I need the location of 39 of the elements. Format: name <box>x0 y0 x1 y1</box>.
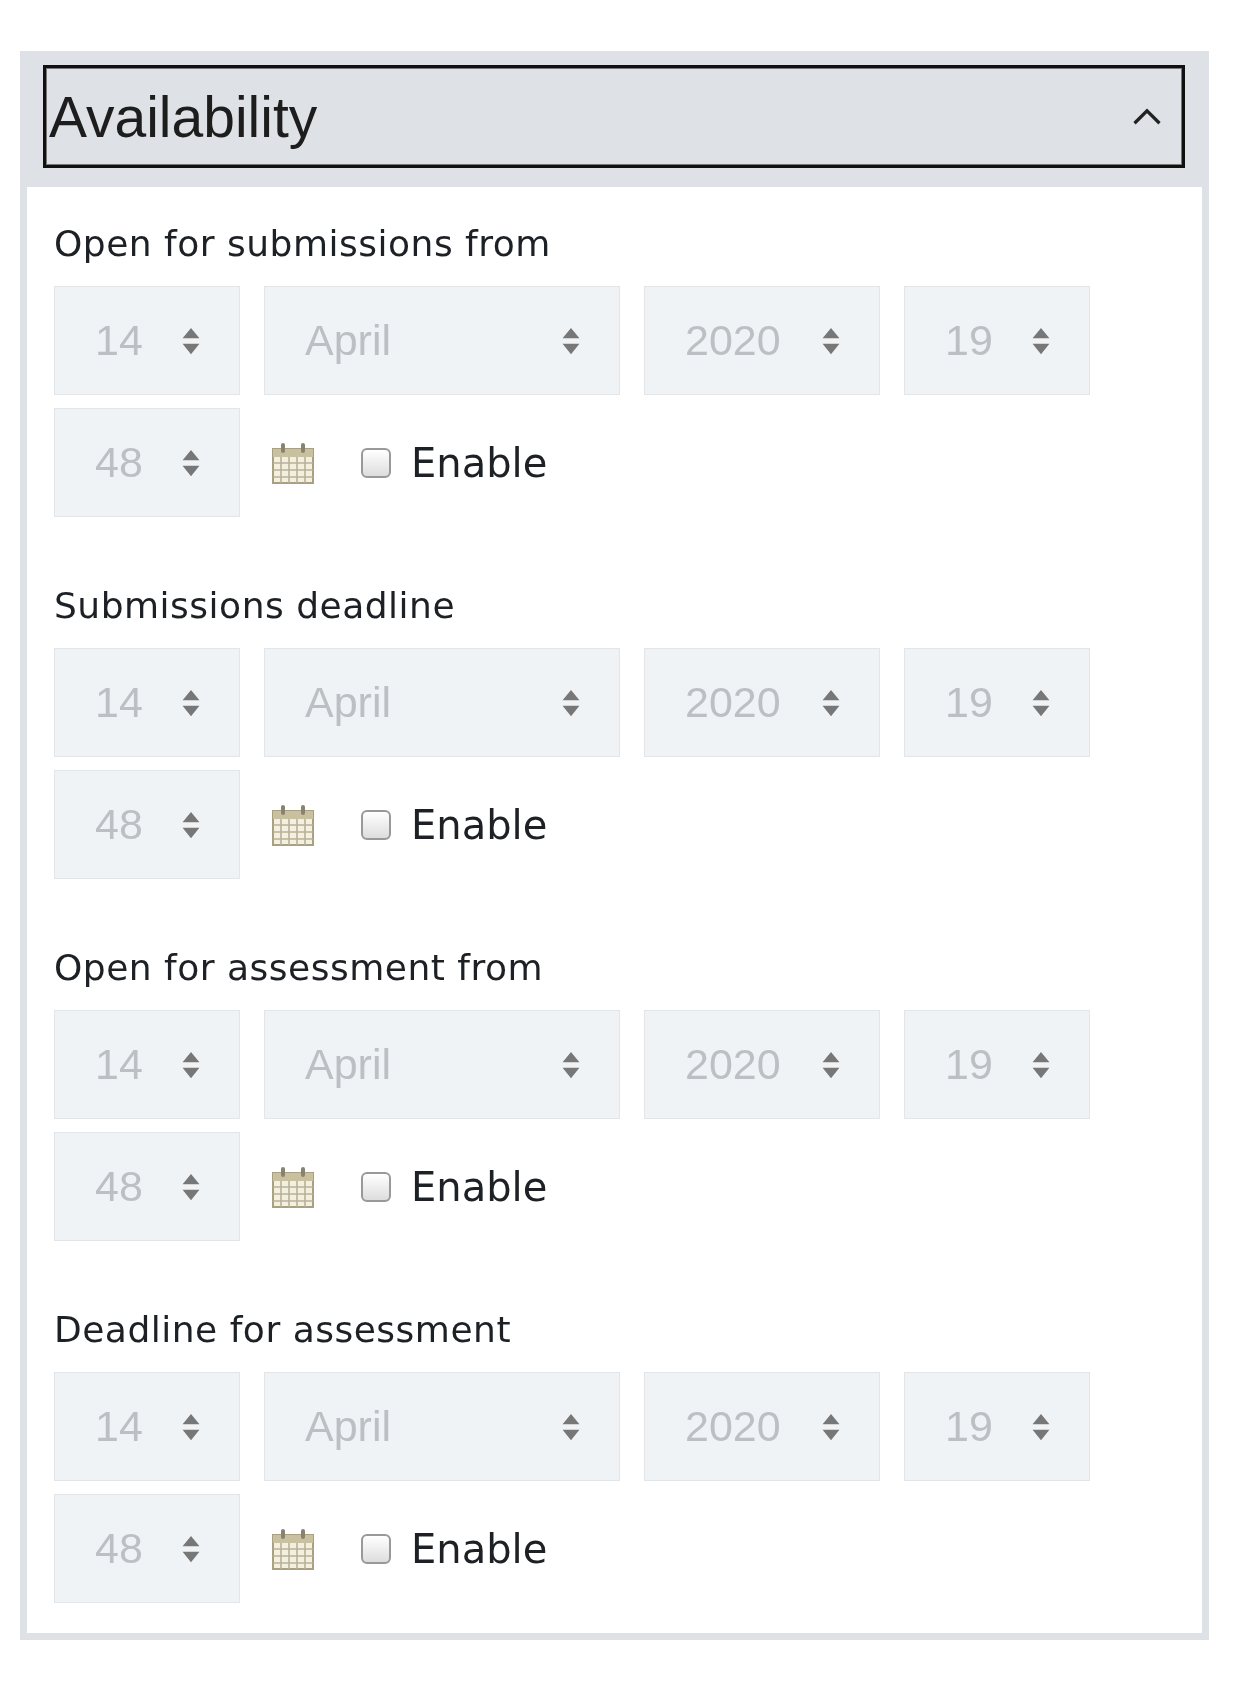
sort-arrows-icon <box>181 1411 201 1442</box>
calendar-icon[interactable] <box>271 1164 315 1209</box>
sort-arrows-icon <box>181 325 201 356</box>
sort-arrows-icon <box>561 325 581 356</box>
section-header[interactable]: Availability <box>43 65 1185 168</box>
sort-arrows-icon <box>821 1049 841 1080</box>
sort-arrows-icon <box>181 809 201 840</box>
sort-arrows-icon <box>1031 325 1051 356</box>
sort-arrows-icon <box>821 325 841 356</box>
sort-arrows-icon <box>1031 1049 1051 1080</box>
checkbox[interactable] <box>361 1171 391 1202</box>
sort-arrows-icon <box>181 447 201 478</box>
sort-arrows-icon <box>181 1049 201 1080</box>
sort-arrows-icon <box>821 1411 841 1442</box>
field-label: Open for submissions from <box>54 223 552 264</box>
checkbox-label: Enable <box>411 801 548 848</box>
calendar-icon[interactable] <box>271 440 315 485</box>
field-label: Open for assessment from <box>54 947 545 988</box>
field-label: Deadline for assessment <box>54 1309 513 1350</box>
sort-arrows-icon <box>561 1049 581 1080</box>
sort-arrows-icon <box>181 1533 201 1564</box>
calendar-icon[interactable] <box>271 802 315 847</box>
field-label: Submissions deadline <box>54 585 457 626</box>
sort-arrows-icon <box>821 687 841 718</box>
checkbox[interactable] <box>361 1533 391 1564</box>
checkbox-label: Enable <box>411 1525 548 1572</box>
calendar-icon[interactable] <box>271 1526 315 1571</box>
checkbox-label: Enable <box>411 439 548 486</box>
caret-icon <box>1132 107 1162 126</box>
checkbox[interactable] <box>361 447 391 478</box>
checkbox-label: Enable <box>411 1163 548 1210</box>
sort-arrows-icon <box>561 687 581 718</box>
section-title: Availability <box>49 83 318 150</box>
sort-arrows-icon <box>181 687 201 718</box>
sort-arrows-icon <box>561 1411 581 1442</box>
sort-arrows-icon <box>181 1171 201 1202</box>
checkbox[interactable] <box>361 809 391 840</box>
sort-arrows-icon <box>1031 1411 1051 1442</box>
sort-arrows-icon <box>1031 687 1051 718</box>
